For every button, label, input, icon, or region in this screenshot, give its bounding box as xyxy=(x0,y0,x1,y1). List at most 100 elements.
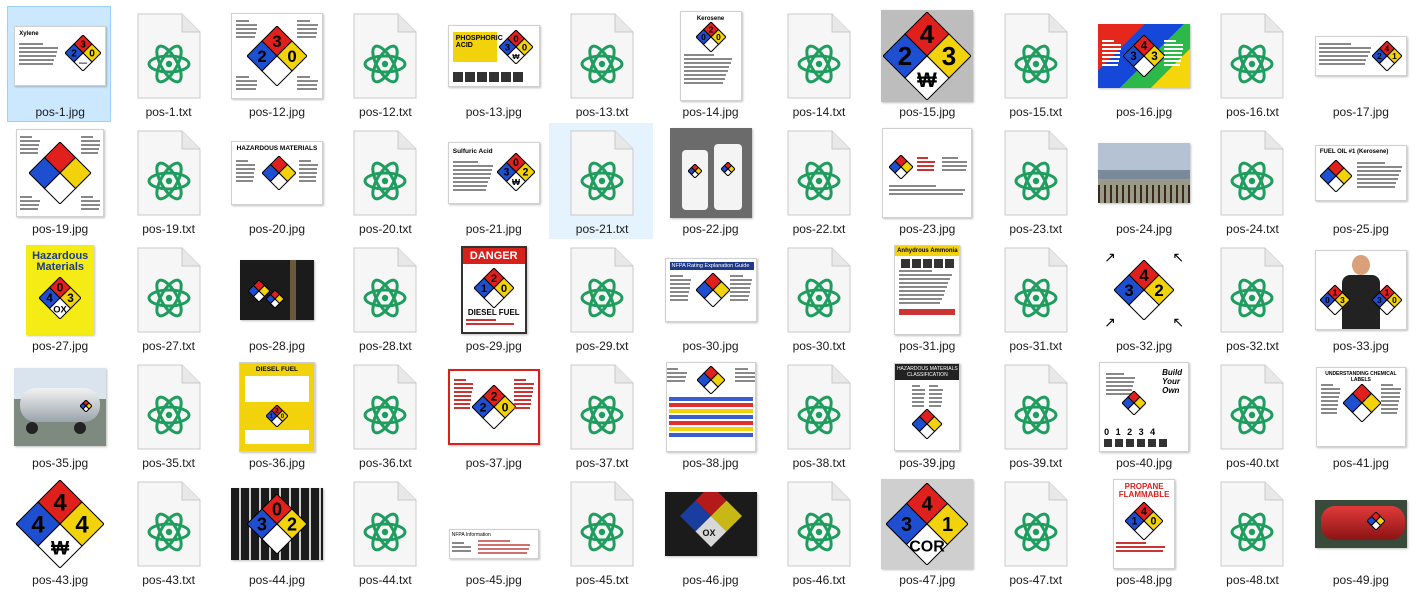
file-item-image[interactable]: PHOSPHORIC ACID 0 3 0 ₩ pos-13.jpg xyxy=(440,6,548,123)
file-item-image[interactable]: Build Your Own 0 1 2 3 4 pos-40.jpg xyxy=(1090,357,1198,474)
file-item-text[interactable]: pos-30.txt xyxy=(765,240,873,357)
file-item-image[interactable]: Sulfuric Acid 0 3 2 ₩ pos-21.jpg xyxy=(440,123,548,240)
file-item-image[interactable]: 3 2 0 pos-12.jpg xyxy=(223,6,331,123)
file-item-text[interactable]: pos-27.txt xyxy=(114,240,222,357)
file-item-image[interactable]: DIESEL FUEL 2 1 0 pos-36.jpg xyxy=(223,357,331,474)
file-item-image[interactable]: HAZARDOUS MATERIALS pos-20.jpg xyxy=(223,123,331,240)
file-item-text[interactable]: pos-39.txt xyxy=(982,357,1090,474)
image-thumbnail: 4 2 1 xyxy=(1313,8,1409,104)
file-item-text[interactable]: pos-16.txt xyxy=(1198,6,1306,123)
thumbnail-detail xyxy=(514,383,534,385)
file-item-text[interactable]: pos-46.txt xyxy=(765,474,873,591)
thumbnail-detail xyxy=(1106,385,1134,387)
text-file-icon xyxy=(570,481,634,567)
file-item-text[interactable]: pos-32.txt xyxy=(1198,240,1306,357)
svg-text:4: 4 xyxy=(1141,506,1147,518)
file-item-text[interactable]: pos-14.txt xyxy=(765,6,873,123)
file-item-image[interactable]: 4 3 3 pos-16.jpg xyxy=(1090,6,1198,123)
file-item-image[interactable]: Kerosene 2 0 0 pos-14.jpg xyxy=(656,6,764,123)
file-item-image[interactable]: pos-23.jpg xyxy=(873,123,981,240)
file-item-image[interactable]: 4 3 2 ↗ ↖ ↗ ↖ pos-32.jpg xyxy=(1090,240,1198,357)
file-item-text[interactable]: pos-36.txt xyxy=(331,357,439,474)
thumbnail-detail: 0 3 0 ₩ xyxy=(498,30,533,64)
file-item-text[interactable]: pos-45.txt xyxy=(548,474,656,591)
file-item-image[interactable]: 2 2 0 pos-37.jpg xyxy=(440,357,548,474)
svg-text:3: 3 xyxy=(1130,50,1137,63)
thumbnail-detail xyxy=(514,407,531,409)
file-item-text[interactable]: pos-37.txt xyxy=(548,357,656,474)
nfpa-diamond-icon xyxy=(696,366,725,394)
file-item-text[interactable]: pos-13.txt xyxy=(548,6,656,123)
file-item-image[interactable]: 4 4 4 ₩ pos-43.jpg xyxy=(6,474,114,591)
file-item-image[interactable]: NFPA Rating Explanation Guide pos-30.jpg xyxy=(656,240,764,357)
file-item-image[interactable]: pos-28.jpg xyxy=(223,240,331,357)
thumbnail-detail xyxy=(451,546,472,548)
file-icon xyxy=(121,476,217,572)
file-item-text[interactable]: pos-19.txt xyxy=(114,123,222,240)
thumbnail-detail xyxy=(298,168,318,170)
file-item-image[interactable]: NFPA Information pos-45.jpg xyxy=(440,474,548,591)
thumbnail-detail xyxy=(1320,400,1339,402)
file-item-text[interactable]: pos-21.txt xyxy=(548,123,656,240)
file-item-text[interactable]: pos-28.txt xyxy=(331,240,439,357)
file-item-text[interactable]: pos-23.txt xyxy=(982,123,1090,240)
thumbnail-detail xyxy=(1116,546,1165,548)
file-item-image[interactable]: UNDERSTANDING CHEMICAL LABELS pos-41.jpg xyxy=(1307,357,1415,474)
file-item-image[interactable]: Xylene 3 2 0 — pos-1.jpg xyxy=(6,6,114,123)
file-item-text[interactable]: pos-1.txt xyxy=(114,6,222,123)
file-item-image[interactable]: pos-19.jpg xyxy=(6,123,114,240)
text-file-icon xyxy=(787,364,851,450)
image-thumbnail xyxy=(229,242,325,338)
file-item-image[interactable]: 1 0 3 1 3 0 pos-33.jpg xyxy=(1307,240,1415,357)
file-item-text[interactable]: pos-29.txt xyxy=(548,240,656,357)
file-icon xyxy=(771,476,867,572)
file-item-image[interactable]: PROPANE FLAMMABLE 4 1 0 pos-48.jpg xyxy=(1090,474,1198,591)
thumbnail-detail xyxy=(514,391,533,393)
file-item-text[interactable]: pos-38.txt xyxy=(765,357,873,474)
file-item-text[interactable]: pos-40.txt xyxy=(1198,357,1306,474)
file-item-text[interactable]: pos-24.txt xyxy=(1198,123,1306,240)
file-icon xyxy=(1204,476,1300,572)
file-item-text[interactable]: pos-12.txt xyxy=(331,6,439,123)
file-item-image[interactable]: 4 2 1 pos-17.jpg xyxy=(1307,6,1415,123)
file-icon xyxy=(554,125,650,221)
file-item-text[interactable]: pos-35.txt xyxy=(114,357,222,474)
file-item-image[interactable]: Hazardous Materials 0 4 3 OX pos-27.jpg xyxy=(6,240,114,357)
thumbnail-detail xyxy=(1320,392,1340,394)
file-item-image[interactable]: Anhydrous Ammonia pos-31.jpg xyxy=(873,240,981,357)
thumbnail-detail xyxy=(453,391,472,393)
file-item-image[interactable]: DANGER 2 1 0 DIESEL FUEL pos-29.jpg xyxy=(440,240,548,357)
file-icon xyxy=(554,242,650,338)
thumbnail-detail xyxy=(1106,381,1135,383)
file-item-image[interactable]: 4 3 1 COR pos-47.jpg xyxy=(873,474,981,591)
file-item-text[interactable]: pos-43.txt xyxy=(114,474,222,591)
thumb-caption: HAZARDOUS MATERIALS CLASSIFICATION xyxy=(895,364,960,380)
file-item-image[interactable]: 0 3 2 pos-44.jpg xyxy=(223,474,331,591)
svg-text:1: 1 xyxy=(942,514,953,536)
svg-text:1: 1 xyxy=(1132,516,1138,528)
file-item-text[interactable]: pos-20.txt xyxy=(331,123,439,240)
file-item-image[interactable]: 4 2 3 ₩ pos-15.jpg xyxy=(873,6,981,123)
file-item-image[interactable]: pos-35.jpg xyxy=(6,357,114,474)
text-file-icon xyxy=(1220,364,1284,450)
file-item-image[interactable]: FUEL OIL #1 (Kerosene) pos-25.jpg xyxy=(1307,123,1415,240)
thumbnail-detail xyxy=(1159,439,1168,447)
file-item-image[interactable]: pos-24.jpg xyxy=(1090,123,1198,240)
svg-text:4: 4 xyxy=(46,292,53,305)
file-item-image[interactable]: pos-49.jpg xyxy=(1307,474,1415,591)
file-icon xyxy=(988,8,1084,104)
file-item-image[interactable]: OX pos-46.jpg xyxy=(656,474,764,591)
thumbnail-detail xyxy=(1318,47,1372,49)
file-item-image[interactable]: pos-38.jpg xyxy=(656,357,764,474)
file-item-text[interactable]: pos-44.txt xyxy=(331,474,439,591)
file-item-text[interactable]: pos-15.txt xyxy=(982,6,1090,123)
file-item-image[interactable]: HAZARDOUS MATERIALS CLASSIFICATION pos-3… xyxy=(873,357,981,474)
file-item-text[interactable]: pos-31.txt xyxy=(982,240,1090,357)
file-item-text[interactable]: pos-47.txt xyxy=(982,474,1090,591)
text-file-icon xyxy=(353,13,417,99)
file-item-text[interactable]: pos-22.txt xyxy=(765,123,873,240)
thumb-special: OX xyxy=(702,528,716,538)
file-item-text[interactable]: pos-48.txt xyxy=(1198,474,1306,591)
file-name-label: pos-16.txt xyxy=(1226,105,1279,119)
file-item-image[interactable]: pos-22.jpg xyxy=(656,123,764,240)
